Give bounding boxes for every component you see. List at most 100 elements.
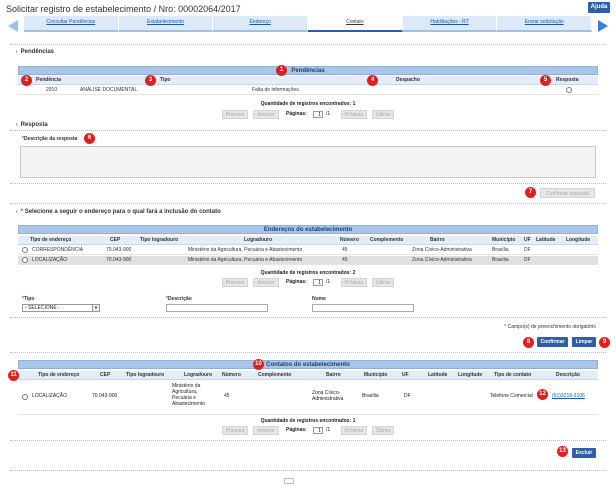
- select-address-radio[interactable]: [22, 257, 28, 263]
- pendencias-table-header: Pendência Tipo Despacho Resposta: [18, 76, 598, 85]
- column-header: Latitude: [536, 237, 556, 243]
- table-row[interactable]: LOCALIZAÇÃO 70.043-900 Ministério da Agr…: [18, 256, 598, 265]
- page-input[interactable]: 1: [313, 279, 323, 286]
- column-header: Tipo de endereço: [38, 372, 80, 378]
- column-header: Logradouro: [244, 237, 273, 243]
- tipo-cell: ANÁLISE DOCUMENTAL: [80, 87, 138, 93]
- numero-cell: 45: [342, 247, 348, 253]
- nome-input[interactable]: [312, 304, 414, 312]
- last-page-button[interactable]: Última: [372, 110, 394, 119]
- delete-button[interactable]: Excluir: [572, 448, 596, 458]
- next-step-arrow-icon[interactable]: [598, 20, 608, 32]
- contact-description-link[interactable]: (61)3218-3106: [552, 393, 585, 399]
- column-header: UF: [402, 372, 409, 378]
- divider: [10, 352, 606, 353]
- records-count: Quantidade de registros encontrados: 1: [260, 418, 356, 424]
- divider: [10, 130, 606, 131]
- annotation-badge: 2: [21, 75, 32, 86]
- column-header: Longitude: [458, 372, 483, 378]
- required-note: * Campo(s) de preenchimento obrigatório: [504, 324, 596, 330]
- tab-enviar-solicitacao[interactable]: Enviar solicitação: [497, 16, 593, 32]
- prev-page-button[interactable]: Anterior: [253, 110, 279, 119]
- numero-cell: 45: [224, 393, 230, 399]
- table-row[interactable]: CORRESPONDÊNCIA 70.043-900 Ministério da…: [18, 246, 598, 255]
- help-button[interactable]: Ajuda: [588, 2, 610, 13]
- pages-label: Páginas:: [286, 279, 307, 285]
- section-toggle-resposta[interactable]: › Resposta: [16, 122, 48, 128]
- uf-cell: DF: [524, 247, 531, 253]
- select-contact-radio[interactable]: [22, 394, 28, 400]
- cep-cell: 70.043-900: [106, 247, 132, 253]
- column-header: Resposta: [556, 77, 579, 83]
- contatos-table-title: Contatos do estabelecimento: [18, 360, 598, 369]
- column-header: Município: [492, 237, 516, 243]
- next-page-button[interactable]: Próxima: [341, 278, 367, 287]
- previous-step-arrow-icon[interactable]: [8, 20, 18, 32]
- column-header: Número: [222, 372, 241, 378]
- bairro-cell: Zona Cívico-Administrativa: [412, 257, 472, 263]
- annotation-badge: 7: [525, 187, 536, 198]
- confirm-contact-button[interactable]: Confirmar: [537, 337, 568, 347]
- resposta-radio[interactable]: [566, 87, 572, 93]
- prev-page-button[interactable]: Anterior: [253, 278, 279, 287]
- tab-estabelecimento[interactable]: Estabelecimento: [118, 16, 214, 32]
- column-header: CEP: [110, 237, 121, 243]
- column-header: Tipo de contato: [494, 372, 532, 378]
- last-page-button[interactable]: Última: [372, 426, 394, 435]
- next-page-button[interactable]: Próxima: [341, 426, 367, 435]
- table-row: 2910 ANÁLISE DOCUMENTAL Falta de informa…: [18, 86, 598, 95]
- section-label: Resposta: [20, 122, 48, 128]
- prev-page-button[interactable]: Anterior: [253, 426, 279, 435]
- section-toggle-pendencias[interactable]: › Pendências: [16, 49, 54, 55]
- municipio-cell: Brasília: [362, 393, 379, 399]
- tab-endereco[interactable]: Endereço: [213, 16, 309, 32]
- descricao-label: *Descrição: [166, 296, 192, 302]
- last-page-button[interactable]: Última: [372, 278, 394, 287]
- despacho-cell: Falta de informações.: [252, 87, 301, 93]
- enderecos-table-header: Tipo de endereço CEP Tipo logradouro Log…: [18, 236, 598, 245]
- descricao-resposta-textarea[interactable]: [20, 146, 596, 178]
- confirm-response-button[interactable]: Confirmar resposta: [540, 188, 595, 198]
- annotation-badge: 9: [599, 337, 610, 348]
- column-header: CEP: [100, 372, 111, 378]
- first-page-button[interactable]: Primeira: [222, 426, 248, 435]
- tab-contato[interactable]: Contato: [308, 16, 403, 32]
- page-title: Solicitar registro de estabelecimento / …: [6, 4, 241, 14]
- tipo-select[interactable]: - SELECIONE - ▼: [22, 304, 100, 312]
- bairro-cell: Zona Cívico- Administrativa: [312, 390, 344, 402]
- first-page-button[interactable]: Primeira: [222, 110, 248, 119]
- column-header: Pendência: [36, 77, 62, 83]
- enderecos-table-title: Endereços do estabelecimento: [18, 225, 598, 234]
- pagination: Primeira Anterior Páginas: 1 /1 Próxima …: [0, 278, 616, 288]
- clear-button[interactable]: Limpar: [572, 337, 596, 347]
- pages-label: Páginas:: [286, 111, 307, 117]
- numero-cell: 45: [342, 257, 348, 263]
- scroll-handle-icon[interactable]: [284, 478, 294, 484]
- annotation-badge: 3: [145, 75, 156, 86]
- page-input[interactable]: 1: [313, 427, 323, 434]
- column-header: Longitude: [566, 237, 591, 243]
- descricao-resposta-label: *Descrição da resposta: [22, 136, 78, 142]
- page-input[interactable]: 1: [313, 111, 323, 118]
- next-page-button[interactable]: Próxima: [341, 110, 367, 119]
- section-label: Pendências: [20, 49, 55, 55]
- column-header: Descrição: [556, 372, 580, 378]
- column-header: Complemento: [370, 237, 404, 243]
- first-page-button[interactable]: Primeira: [222, 278, 248, 287]
- tipo-label: *Tipo: [22, 296, 35, 302]
- select-address-radio[interactable]: [22, 247, 28, 253]
- cep-cell: 70.043-900: [92, 393, 118, 399]
- column-header: Latitude: [428, 372, 448, 378]
- pendencia-cell: 2910: [46, 87, 58, 93]
- enderecos-prompt: › * Selecione a seguir o endereço para o …: [16, 209, 221, 215]
- table-row[interactable]: LOCALIZAÇÃO 70.043-900 Ministério da Agr…: [18, 381, 598, 415]
- descricao-input[interactable]: [166, 304, 268, 312]
- divider: [10, 183, 606, 184]
- annotation-badge: 6: [84, 133, 95, 144]
- expand-arrow-icon: ›: [16, 209, 18, 215]
- tab-habilitacoes-rt[interactable]: Habilitações - RT: [402, 16, 498, 32]
- annotation-badge: 10: [253, 359, 264, 370]
- wizard-steps: Consultar Pendências Estabelecimento End…: [4, 16, 612, 40]
- nome-label: Nome: [312, 296, 326, 302]
- tab-consultar-pendencias[interactable]: Consultar Pendências: [24, 16, 119, 32]
